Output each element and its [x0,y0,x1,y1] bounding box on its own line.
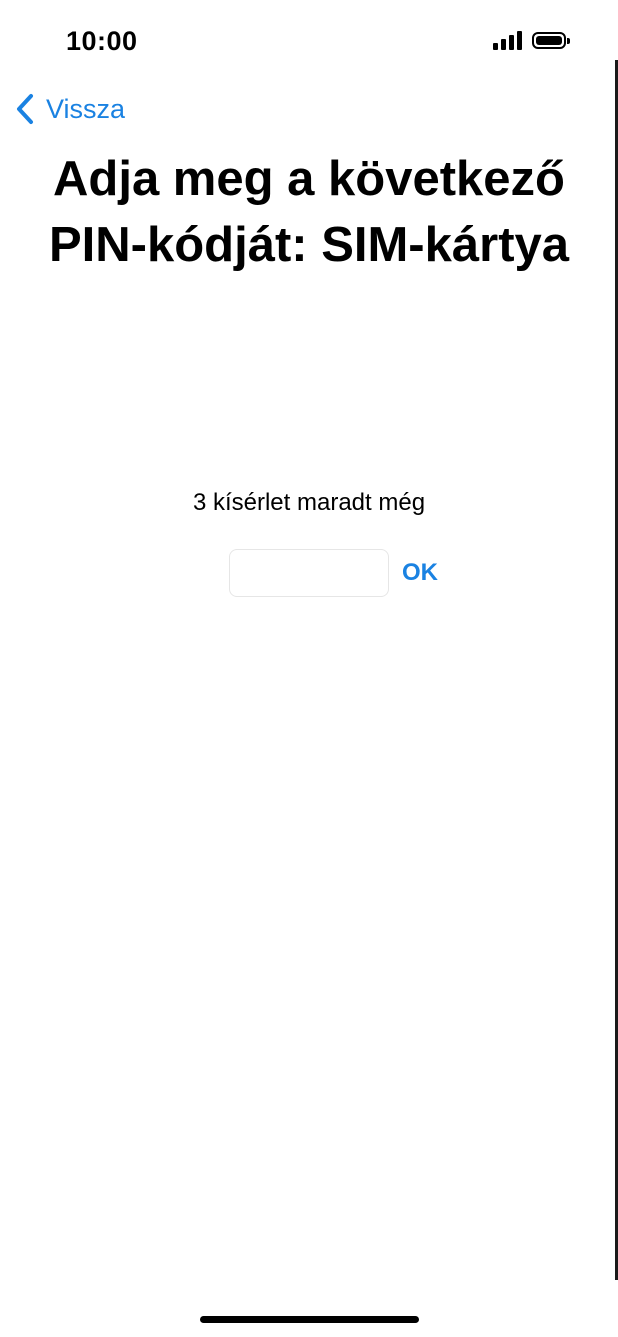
cellular-signal-icon [493,30,522,50]
back-button[interactable]: Vissza [14,92,125,126]
status-time: 10:00 [66,26,138,56]
battery-icon [532,31,570,49]
ok-button[interactable]: OK [402,559,438,587]
home-indicator[interactable] [200,1316,419,1323]
chevron-left-icon [17,94,33,124]
pin-input[interactable] [229,549,389,597]
attempts-remaining-text: 3 kísérlet maradt még [192,489,426,516]
page-title: Adja meg a következő PIN-kódját: SIM-kár… [48,152,570,272]
status-icons [493,30,570,50]
back-label: Vissza [46,93,126,124]
pin-entry-screen: 10:00 Vissza Adja meg a következő PIN-kó… [0,0,618,1337]
status-bar: 10:00 [0,0,618,80]
